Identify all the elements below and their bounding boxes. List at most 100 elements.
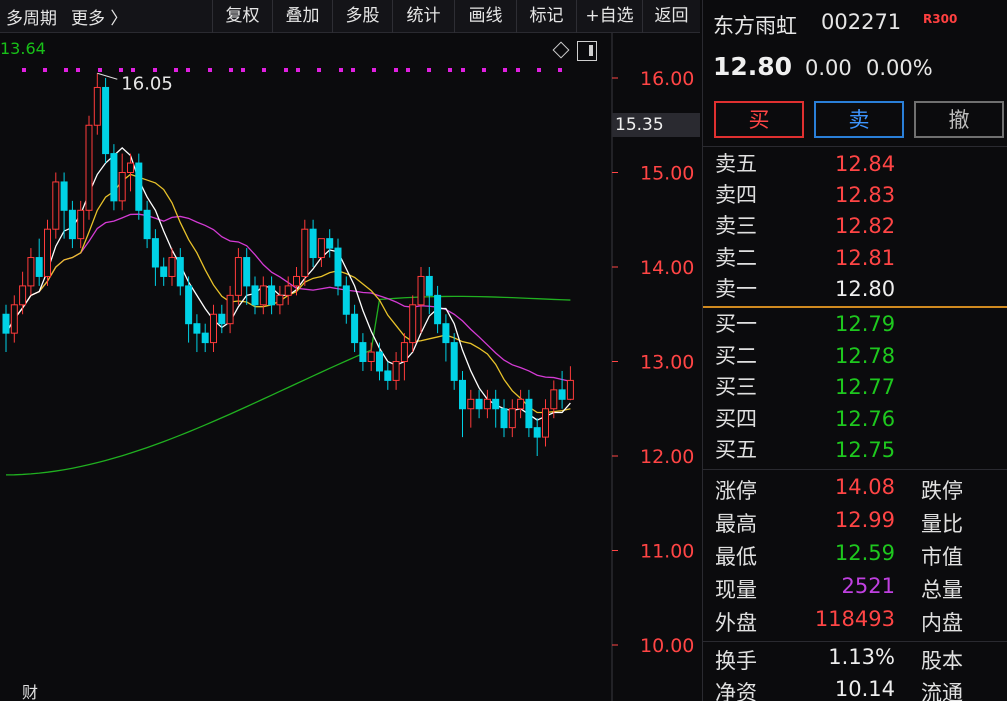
candle-up <box>367 351 375 362</box>
event-marker <box>516 68 520 72</box>
candle-down <box>160 266 168 277</box>
share-capital-label: 股本 <box>921 649 963 673</box>
candle-down <box>459 379 466 410</box>
panel-toggle-icon[interactable] <box>577 41 597 61</box>
candle-up <box>542 408 549 438</box>
volume-ratio-label: 量比 <box>921 512 963 536</box>
candle-down <box>135 162 143 211</box>
event-marker <box>284 68 288 72</box>
ask-price: 12.81 <box>835 246 896 270</box>
candle-down <box>342 285 350 315</box>
candle-down <box>35 257 43 277</box>
multi-stock-button[interactable]: 多股 <box>332 0 392 33</box>
multi-period-button[interactable]: 多周期 <box>6 4 57 29</box>
ask-row[interactable]: 卖三 12.82 <box>703 211 1007 242</box>
candle-up <box>234 257 242 296</box>
event-marker <box>119 68 123 72</box>
diamond-icon[interactable] <box>552 41 570 59</box>
candle-down <box>309 228 317 259</box>
candle-up <box>85 124 93 211</box>
bid-row[interactable]: 买一 12.79 <box>703 309 1007 340</box>
divider <box>703 146 1007 147</box>
buy-button[interactable]: 买 <box>714 101 804 138</box>
event-marker <box>372 68 376 72</box>
finance-tab[interactable]: 财 <box>22 679 38 701</box>
event-marker <box>22 68 26 72</box>
candle-down <box>425 275 433 296</box>
back-button[interactable]: 返回 <box>642 0 700 33</box>
bid-row[interactable]: 买四 12.76 <box>703 404 1007 435</box>
float-shares-label: 流通 <box>921 681 963 701</box>
candle-up <box>293 275 300 287</box>
candle-down <box>442 323 450 344</box>
candle-down <box>201 332 209 344</box>
candle-up <box>118 172 126 202</box>
candle-down <box>2 313 10 334</box>
price-axis-label: 12.00 <box>640 446 694 468</box>
ask-row[interactable]: 卖四 12.83 <box>703 180 1007 211</box>
bid-price: 12.79 <box>835 312 896 336</box>
event-marker <box>448 68 452 72</box>
candle-down <box>102 86 110 155</box>
ask-row[interactable]: 卖一 12.80 <box>703 274 1007 305</box>
price-axis-label: 14.00 <box>640 257 694 279</box>
adjust-button[interactable]: 复权 <box>212 0 272 33</box>
candle-down <box>525 398 533 429</box>
draw-line-button[interactable]: 画线 <box>454 0 516 33</box>
candle-down <box>193 323 201 334</box>
statistics-button[interactable]: 统计 <box>392 0 454 33</box>
price-axis-label: 10.00 <box>640 635 694 657</box>
sell-button[interactable]: 卖 <box>814 101 904 138</box>
event-marker <box>339 68 343 72</box>
cancel-order-button[interactable]: 撤 <box>914 101 1004 138</box>
candle-up <box>210 313 217 344</box>
ma-value-label: 13.64 <box>0 39 46 58</box>
candle-up <box>284 285 292 296</box>
candle-down <box>558 389 566 400</box>
ask-row[interactable]: 卖二 12.81 <box>703 243 1007 274</box>
price-change: 0.00 <box>805 56 852 80</box>
overlay-button[interactable]: 叠加 <box>272 0 332 33</box>
market-cap-label: 市值 <box>921 545 963 569</box>
candle-up <box>10 304 18 334</box>
candle-down <box>243 257 251 287</box>
candle-up <box>19 285 27 306</box>
kline-chart[interactable]: 16.00 15.00 14.00 13.00 12.00 11.00 10.00 16.05 <box>0 33 700 701</box>
bid-price: 12.78 <box>835 344 896 368</box>
candle-up <box>317 238 325 259</box>
ma60-line <box>5 295 571 476</box>
chart-corner-icons <box>552 41 597 61</box>
turnover-value: 1.13% <box>828 645 895 669</box>
bid-row[interactable]: 买五 12.75 <box>703 435 1007 466</box>
candle-up <box>226 294 234 325</box>
add-watchlist-button[interactable]: +自选 <box>576 0 642 33</box>
candle-up <box>44 228 51 277</box>
candle-up <box>508 408 516 429</box>
spread-divider <box>703 306 1007 308</box>
candle-down <box>434 294 442 325</box>
event-marker <box>241 68 245 72</box>
candle-up <box>168 257 176 277</box>
net-asset-value: 10.14 <box>834 677 895 701</box>
ask-row[interactable]: 卖五 12.84 <box>703 149 1007 180</box>
bid-row[interactable]: 买二 12.78 <box>703 341 1007 372</box>
candle-up <box>259 285 267 306</box>
low-value: 12.59 <box>834 541 895 565</box>
current-price: 12.80 <box>713 52 793 81</box>
event-marker <box>558 68 562 72</box>
event-marker <box>208 68 212 72</box>
bid-label: 买四 <box>715 407 757 431</box>
candle-down <box>68 209 76 240</box>
more-menu-button[interactable]: 更多 〉 <box>71 4 127 29</box>
event-marker <box>98 68 102 72</box>
candle-down <box>326 238 334 249</box>
kline-chart-area[interactable]: 16.00 15.00 14.00 13.00 12.00 11.00 10.00 16.05… <box>0 33 700 701</box>
candle-down <box>143 209 151 240</box>
event-marker <box>43 68 47 72</box>
bid-row[interactable]: 买三 12.77 <box>703 372 1007 403</box>
mark-button[interactable]: 标记 <box>516 0 576 33</box>
candle-up <box>517 398 525 410</box>
candle-down <box>500 408 508 429</box>
ask-price: 12.83 <box>835 183 896 207</box>
divider <box>703 469 1007 470</box>
